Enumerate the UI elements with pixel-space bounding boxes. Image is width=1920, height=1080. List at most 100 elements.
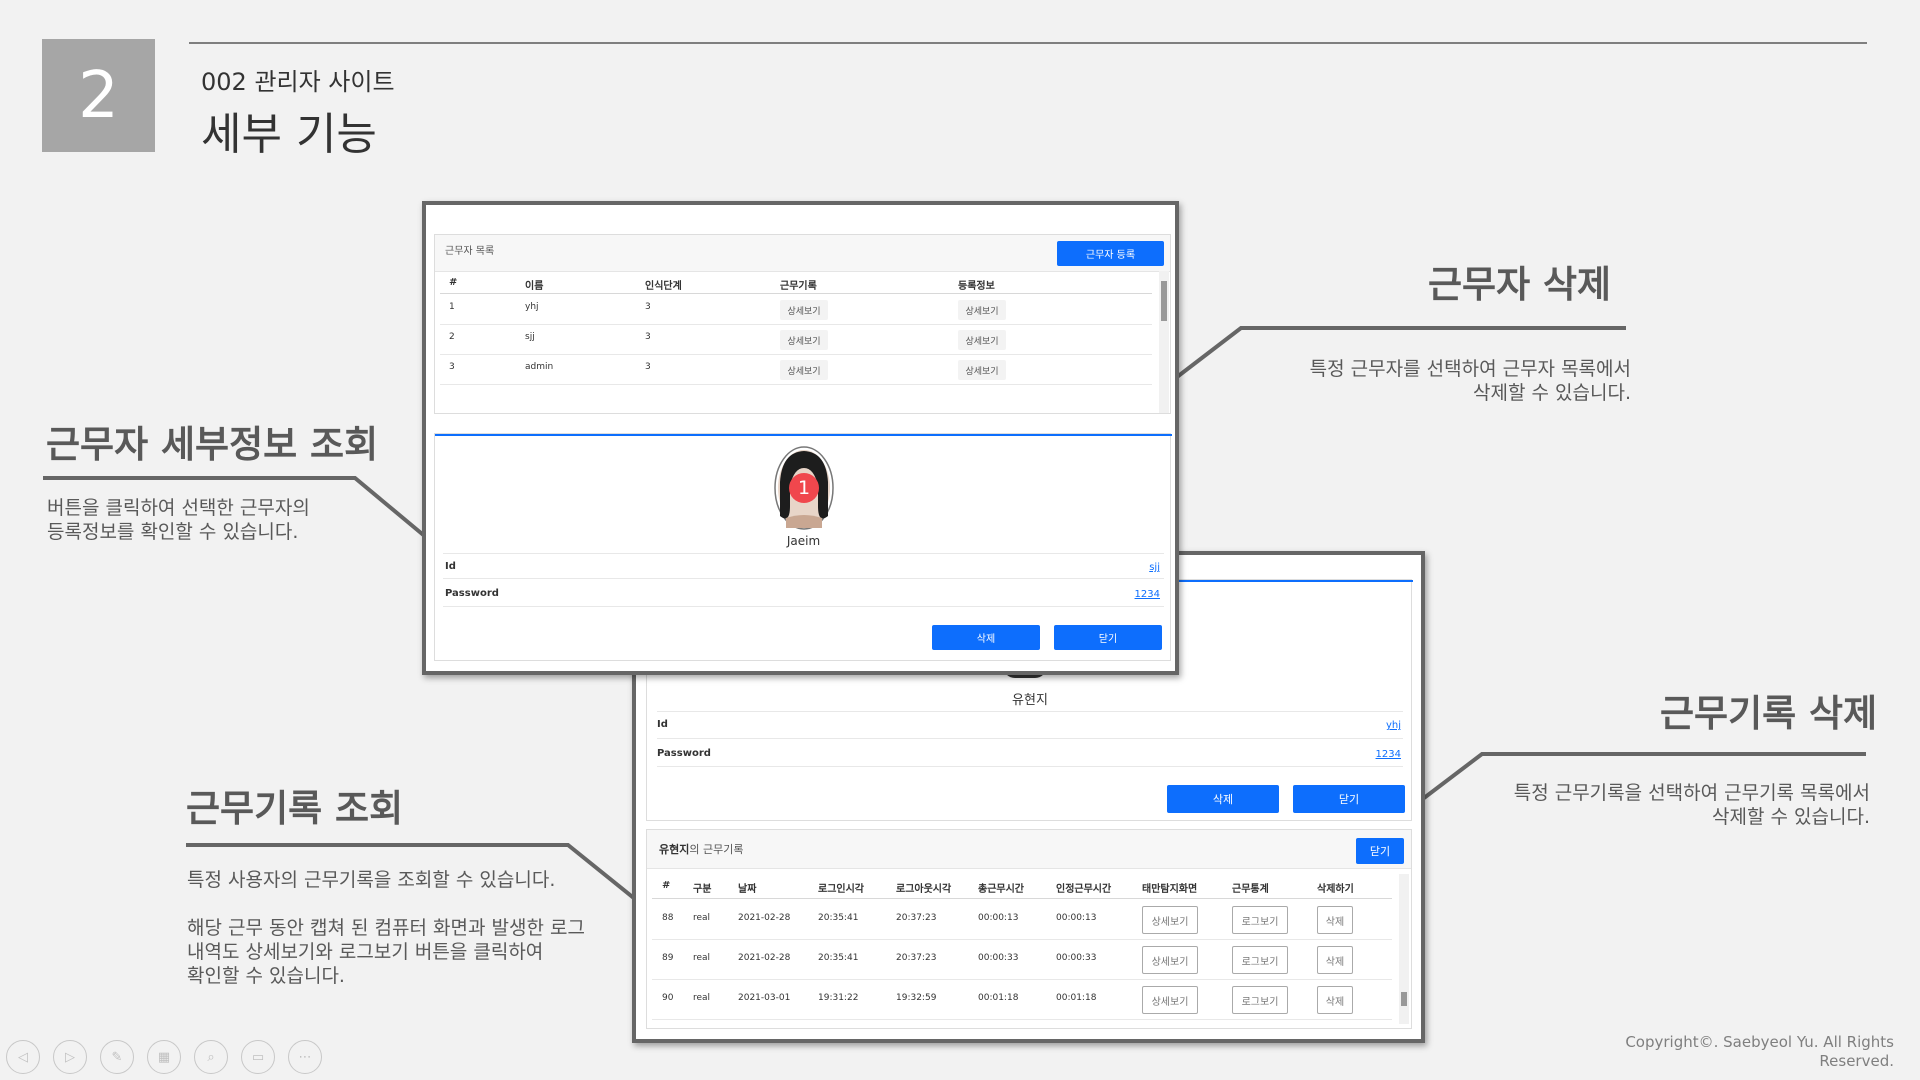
worker-list-title: 근무자 목록 (445, 246, 495, 257)
log-view-button[interactable]: 로그보기 (1232, 906, 1288, 934)
worker-close-button[interactable]: 닫기 (1054, 625, 1162, 650)
records-close-button[interactable]: 닫기 (1356, 838, 1404, 864)
record-view-desc: 특정 사용자의 근무기록을 조회할 수 있습니다. 해당 근무 동안 캡쳐 된 … (187, 868, 585, 988)
password-label: Password (445, 588, 499, 599)
info-detail-button[interactable]: 상세보기 (958, 360, 1006, 380)
log-view-button[interactable]: 로그보기 (1232, 946, 1288, 974)
record-delete-button[interactable]: 삭제 (1317, 986, 1353, 1014)
divider (443, 606, 1164, 607)
id-value-link[interactable]: sjj (1149, 562, 1160, 573)
record-delete-desc: 특정 근무기록을 선택하여 근무기록 목록에서 삭제할 수 있습니다. (1514, 781, 1870, 829)
cell-type: real (693, 953, 711, 963)
cell-total: 00:00:13 (978, 913, 1019, 923)
cell-login: 19:31:22 (818, 993, 859, 1003)
worker-delete-desc-line1: 특정 근무자를 선택하여 근무자 목록에서 (1309, 358, 1631, 380)
log-view-button[interactable]: 로그보기 (1232, 986, 1288, 1014)
password-value-link[interactable]: 1234 (1376, 749, 1401, 760)
screen-detail-button[interactable]: 상세보기 (1142, 986, 1198, 1014)
col-header: 태만탐지화면 (1142, 884, 1198, 895)
cell-num: 89 (662, 953, 674, 963)
worker-detail-heading: 근무자 세부정보 조회 (46, 423, 379, 466)
record-delete-desc-line2: 삭제할 수 있습니다. (1712, 806, 1870, 828)
table-row[interactable]: 3 admin 3 상세보기 상세보기 (435, 355, 1157, 385)
records-scrollbar-thumb[interactable] (1401, 992, 1407, 1006)
worker-window-screenshot: 근무자 목록 근무자 등록 # 이름 인식단계 근무기록 등록정보 1 yhj 3 상… (422, 201, 1179, 675)
cell-approved: 00:01:18 (1056, 993, 1097, 1003)
col-header: 구분 (693, 884, 712, 895)
col-header: 등록정보 (958, 281, 995, 292)
cell-num: 90 (662, 993, 674, 1003)
table-row[interactable]: 89 real 2021-02-28 20:35:41 20:37:23 00:00:33… (647, 940, 1397, 980)
id-value-link[interactable]: yhj (1386, 720, 1401, 731)
record-delete-desc-line1: 특정 근무기록을 선택하여 근무기록 목록에서 (1513, 782, 1870, 804)
header-divider (652, 898, 1392, 899)
screen-detail-button[interactable]: 상세보기 (1142, 946, 1198, 974)
slides-icon[interactable]: ▦ (147, 1040, 181, 1074)
cell-date: 2021-02-28 (738, 913, 791, 923)
table-row[interactable]: 2 sjj 3 상세보기 상세보기 (435, 325, 1157, 355)
cell-type: real (693, 913, 711, 923)
record-delete-button[interactable]: 삭제 (1317, 906, 1353, 934)
copyright: Copyright©. Saebyeol Yu. All Rights Rese… (1625, 1033, 1894, 1071)
record-delete-user-button[interactable]: 삭제 (1167, 785, 1279, 813)
worker-scrollbar[interactable] (1159, 271, 1169, 413)
password-label: Password (657, 748, 711, 759)
record-view-desc-line2: 해당 근무 동안 캡쳐 된 컴퓨터 화면과 발생한 로그 (187, 917, 585, 939)
screen-detail-button[interactable]: 상세보기 (1142, 906, 1198, 934)
record-view-desc-line1: 특정 사용자의 근무기록을 조회할 수 있습니다. (187, 869, 556, 891)
cell-name: yhj (525, 302, 539, 312)
cell-num: 88 (662, 913, 674, 923)
records-table: # 구분 날짜 로그인시각 로그아웃시각 총근무시간 인정근무시간 태만탐지화면… (647, 874, 1397, 1024)
worker-scrollbar-thumb[interactable] (1161, 281, 1167, 321)
row-divider (440, 384, 1152, 385)
divider (443, 578, 1164, 579)
records-owner: 유현지 (659, 843, 690, 856)
subtitle-icon[interactable]: ▭ (241, 1040, 275, 1074)
record-delete-button[interactable]: 삭제 (1317, 946, 1353, 974)
info-detail-button[interactable]: 상세보기 (958, 300, 1006, 320)
records-scrollbar[interactable] (1399, 874, 1409, 1024)
pen-icon[interactable]: ✎ (100, 1040, 134, 1074)
cell-date: 2021-03-01 (738, 993, 791, 1003)
cell-logout: 20:37:23 (896, 913, 937, 923)
divider (657, 738, 1403, 739)
col-header: # (662, 880, 671, 891)
next-icon[interactable]: ▷ (53, 1040, 87, 1074)
id-label: Id (445, 561, 456, 572)
record-view-heading: 근무기록 조회 (186, 787, 404, 830)
cell-approved: 00:00:13 (1056, 913, 1097, 923)
zoom-icon[interactable]: ⌕ (194, 1040, 228, 1074)
cell-total: 00:00:33 (978, 953, 1019, 963)
col-header: 인식단계 (645, 281, 682, 292)
record-view-desc-line3: 내역도 상세보기와 로그보기 버튼을 클릭하여 (187, 941, 544, 963)
col-header: 근무기록 (780, 281, 817, 292)
records-panel: 유현지의 근무기록 닫기 # 구분 날짜 로그인시각 로그아웃시각 총근무시간 … (646, 829, 1412, 1029)
table-row[interactable]: 88 real 2021-02-28 20:35:41 20:37:23 00:00:13… (647, 900, 1397, 940)
worker-list-panel: 근무자 목록 근무자 등록 # 이름 인식단계 근무기록 등록정보 1 yhj 3 상… (434, 234, 1171, 414)
record-detail-button[interactable]: 상세보기 (780, 300, 828, 320)
more-icon[interactable]: ⋯ (288, 1040, 322, 1074)
record-delete-heading: 근무기록 삭제 (1660, 692, 1878, 735)
copyright-line1: Copyright©. Saebyeol Yu. All Rights (1625, 1033, 1894, 1051)
password-value-link[interactable]: 1234 (1135, 589, 1160, 600)
info-detail-button[interactable]: 상세보기 (958, 330, 1006, 350)
record-detail-button[interactable]: 상세보기 (780, 360, 828, 380)
id-label: Id (657, 719, 668, 730)
record-close-button[interactable]: 닫기 (1293, 785, 1405, 813)
header-divider (440, 293, 1152, 294)
table-row[interactable]: 1 yhj 3 상세보기 상세보기 (435, 295, 1157, 325)
col-header: 삭제하기 (1317, 884, 1354, 895)
worker-profile-name: Jaeim (786, 534, 821, 548)
worker-delete-button[interactable]: 삭제 (932, 625, 1040, 650)
worker-delete-heading: 근무자 삭제 (1428, 263, 1612, 306)
cell-num: 3 (449, 362, 455, 372)
record-detail-button[interactable]: 상세보기 (780, 330, 828, 350)
worker-table: # 이름 인식단계 근무기록 등록정보 1 yhj 3 상세보기 상세보기 2 sjj 3 상세… (435, 271, 1157, 413)
worker-register-button[interactable]: 근무자 등록 (1057, 241, 1164, 266)
table-row[interactable]: 90 real 2021-03-01 19:31:22 19:32:59 00:01:18… (647, 980, 1397, 1020)
cell-total: 00:01:18 (978, 993, 1019, 1003)
cell-stage: 3 (645, 302, 651, 312)
prev-icon[interactable]: ◁ (6, 1040, 40, 1074)
records-title: 유현지의 근무기록 (659, 841, 743, 857)
worker-detail-desc-line2: 등록정보를 확인할 수 있습니다. (47, 521, 299, 543)
